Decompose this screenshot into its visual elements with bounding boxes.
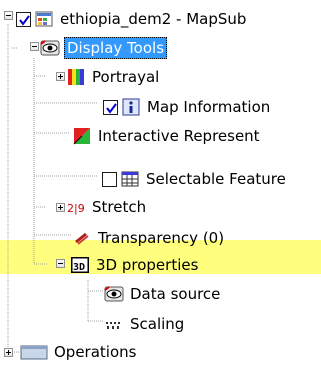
3d-properties-label: 3D properties [96,256,199,274]
selectable-feature-checkbox[interactable] [102,171,117,187]
selectable-feature-label: Selectable Feature [146,170,286,188]
tree-item-transparency[interactable]: Transparency (0) [72,224,226,252]
tree-item-display-tools[interactable]: Display Tools [40,34,168,62]
root-collapse-toggle[interactable] [4,11,13,20]
scaling-label: Scaling [130,315,185,333]
tree-root-row[interactable]: ethiopia_dem2 - MapSub [16,5,248,33]
tree-item-selectable-feature[interactable]: Selectable Feature [102,165,288,193]
color-bars-icon [66,68,86,86]
tree-item-stretch[interactable]: 2|9 Stretch [66,193,148,221]
operations-expand-toggle[interactable] [4,348,13,357]
eye-icon [40,39,60,57]
layer-tree: ethiopia_dem2 - MapSub Display Tools Por… [0,0,321,365]
transparency-icon [72,229,92,247]
portrayal-label: Portrayal [92,68,160,86]
tree-item-interactive-representation[interactable]: Interactive Represent [72,122,262,150]
svg-text:3D: 3D [73,262,85,273]
stretch-label: Stretch [92,198,147,216]
tree-item-operations[interactable]: Operations [20,338,138,366]
3d-icon: 3D [70,256,90,274]
display-tools-collapse-toggle[interactable] [30,42,39,51]
operations-label: Operations [54,343,137,361]
map-layer-icon [34,10,54,28]
tree-item-map-information[interactable]: Map Information [103,93,272,121]
checkmark-icon [19,14,30,26]
root-layer-label: ethiopia_dem2 - MapSub [60,10,247,28]
interactive-representation-label: Interactive Represent [98,127,260,145]
stretch-expand-toggle[interactable] [56,203,65,212]
tree-item-portrayal[interactable]: Portrayal [66,63,161,91]
info-icon [121,98,141,116]
data-source-label: Data source [130,285,221,303]
portrayal-expand-toggle[interactable] [56,72,65,81]
transparency-label: Transparency (0) [98,229,225,247]
svg-text:2|9: 2|9 [67,202,85,215]
table-icon [120,170,140,188]
map-information-label: Map Information [147,98,271,116]
folder-icon [20,343,48,361]
eye-icon [104,285,124,303]
display-tools-label: Display Tools [64,37,168,59]
root-checkbox[interactable] [16,11,31,27]
checkmark-icon [106,102,117,114]
scaling-icon [104,315,124,333]
stretch-icon: 2|9 [66,198,86,216]
3d-properties-collapse-toggle[interactable] [56,259,65,268]
tree-item-scaling[interactable]: Scaling [104,310,186,338]
tree-item-data-source[interactable]: Data source [104,280,222,308]
map-information-checkbox[interactable] [103,99,118,115]
tree-item-3d-properties[interactable]: 3D 3D properties [70,251,200,279]
flag-icon [72,127,92,145]
